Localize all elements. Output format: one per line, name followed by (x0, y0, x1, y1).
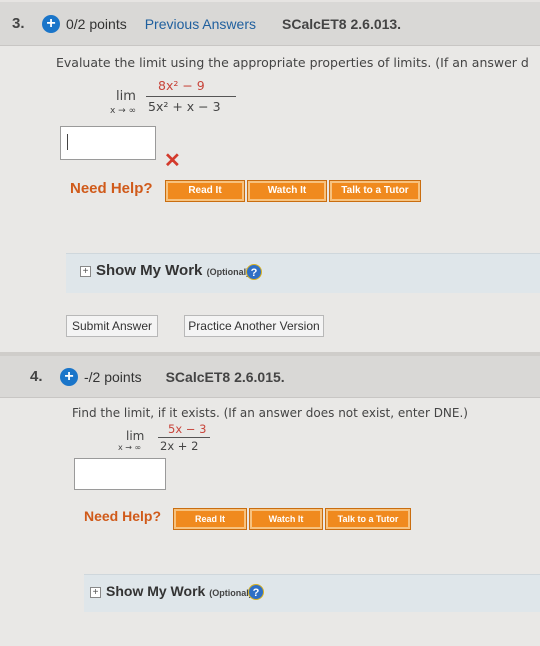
show-my-work-title: Show My Work (Optional) (96, 262, 249, 279)
question-number: 4. (30, 368, 43, 385)
lim-label: lim (116, 89, 136, 104)
fraction-bar (146, 96, 236, 97)
read-it-button[interactable]: Read It (173, 508, 247, 530)
question-3-header: 3. + 0/2 points Previous Answers SCalcET… (0, 2, 540, 46)
limit-expression: lim x → ∞ 8x² − 9 5x² + x − 3 (110, 74, 250, 124)
expand-plus-icon[interactable]: + (42, 14, 60, 33)
watch-it-button[interactable]: Watch It (249, 508, 323, 530)
question-instructions: Find the limit, if it exists. (If an ans… (72, 406, 468, 420)
question-3-body: Evaluate the limit using the appropriate… (0, 46, 540, 356)
fraction-numerator: 5x − 3 (168, 422, 207, 436)
need-help-label: Need Help? (70, 180, 153, 197)
fraction-denominator: 5x² + x − 3 (148, 99, 221, 114)
help-question-icon[interactable]: ? (246, 264, 262, 280)
previous-answers-link[interactable]: Previous Answers (145, 16, 256, 32)
help-question-icon[interactable]: ? (248, 584, 264, 600)
lim-label: lim (126, 429, 145, 443)
fraction-numerator: 8x² − 9 (158, 78, 205, 93)
expand-toggle-icon[interactable]: + (80, 266, 91, 277)
expand-toggle-icon[interactable]: + (90, 587, 101, 598)
show-my-work-panel[interactable]: + Show My Work (Optional) ? (66, 253, 540, 293)
points-label: 0/2 points (66, 15, 127, 32)
practice-another-version-button[interactable]: Practice Another Version (184, 315, 324, 337)
show-my-work-label: Show My Work (106, 583, 206, 599)
need-help-label: Need Help? (84, 508, 162, 524)
show-my-work-panel[interactable]: + Show My Work (Optional) ? (84, 574, 540, 612)
expand-plus-icon[interactable]: + (60, 367, 78, 386)
fraction-denominator: 2x + 2 (160, 439, 199, 453)
answer-input[interactable] (60, 126, 156, 160)
optional-label: (Optional) (206, 267, 250, 277)
question-code: SCalcET8 2.6.015. (165, 368, 285, 385)
show-my-work-title: Show My Work (Optional) (106, 583, 252, 599)
text-cursor (67, 134, 68, 150)
question-instructions: Evaluate the limit using the appropriate… (56, 55, 529, 70)
fraction-bar (158, 437, 210, 438)
limit-expression: lim x → ∞ 5x − 3 2x + 2 (118, 422, 218, 462)
show-my-work-label: Show My Work (96, 262, 203, 279)
question-code: SCalcET8 2.6.013. (282, 15, 402, 32)
watch-it-button[interactable]: Watch It (247, 180, 327, 202)
question-number: 3. (12, 15, 25, 32)
question-4-header: 4. + -/2 points SCalcET8 2.6.015. (0, 356, 540, 398)
answer-input[interactable] (74, 458, 166, 490)
lim-subscript: x → ∞ (118, 443, 142, 452)
talk-to-tutor-button[interactable]: Talk to a Tutor (329, 180, 421, 202)
talk-to-tutor-button[interactable]: Talk to a Tutor (325, 508, 411, 530)
optional-label: (Optional) (209, 588, 252, 598)
incorrect-x-icon: ✕ (164, 150, 181, 172)
question-4-body: Find the limit, if it exists. (If an ans… (0, 398, 540, 646)
points-label: -/2 points (84, 368, 142, 385)
read-it-button[interactable]: Read It (165, 180, 245, 202)
submit-answer-button[interactable]: Submit Answer (66, 315, 158, 337)
lim-subscript: x → ∞ (110, 106, 137, 116)
